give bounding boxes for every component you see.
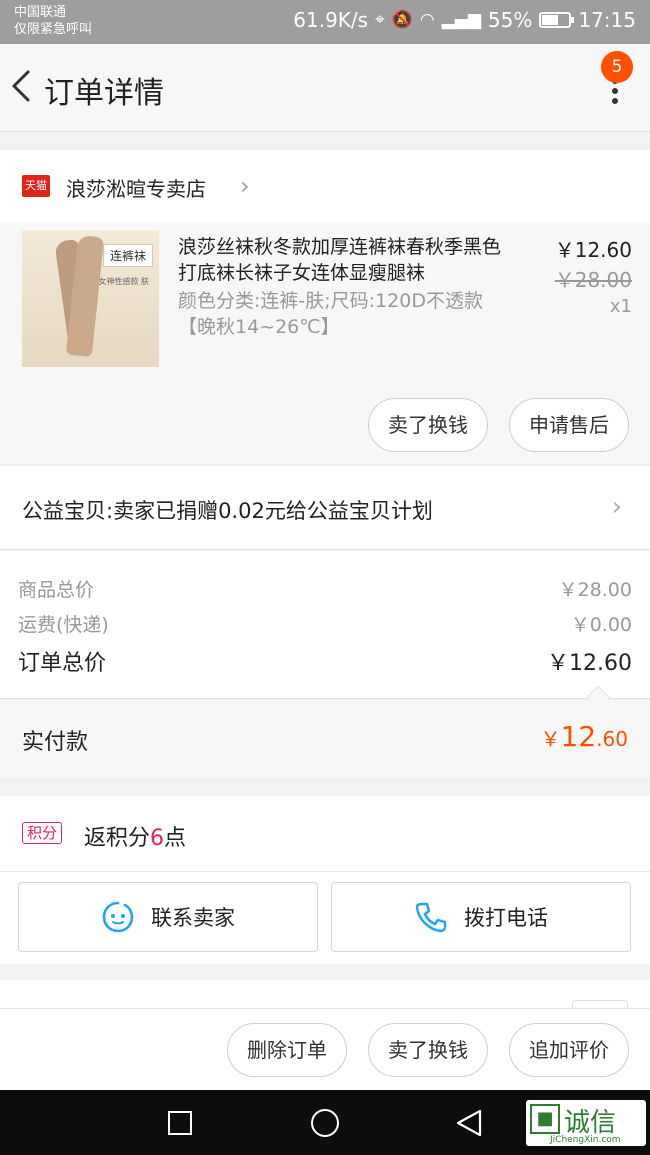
- phone-icon: [415, 902, 447, 933]
- charity-text: 公益宝贝:卖家已捐赠0.02元给公益宝贝计划: [22, 499, 433, 523]
- contact-seller-button[interactable]: 联系卖家: [18, 882, 318, 952]
- status-bar: 中国联通 仅限紧急呼叫 61.9K/s ⌖ 🔕 ◠ ▂▄▆ 55% 17:15: [0, 0, 650, 44]
- points-suffix: 点: [164, 826, 187, 851]
- actual-payment-label: 实付款: [22, 730, 89, 755]
- order-total-value: ￥12.60: [547, 651, 632, 676]
- clock: 17:15: [578, 8, 636, 32]
- call-phone-button[interactable]: 拨打电话: [331, 882, 631, 952]
- chat-bubble-icon: [102, 901, 134, 933]
- points-text: 返积分6点: [84, 820, 186, 852]
- goods-total-label: 商品总价: [18, 579, 95, 601]
- add-review-button[interactable]: 追加评价: [509, 1023, 629, 1077]
- nav-bar: 订单详情 5: [0, 44, 650, 132]
- points-badge: 积分: [22, 822, 63, 844]
- back-triangle-icon[interactable]: [454, 1108, 484, 1138]
- product-price: ￥12.60: [554, 238, 632, 262]
- thumbnail-tag: 连裤袜: [102, 244, 153, 267]
- bottom-action-bar: 删除订单 卖了换钱 追加评价: [0, 1008, 650, 1090]
- chevron-right-icon: ›: [240, 172, 250, 200]
- chevron-right-icon: ›: [611, 492, 622, 522]
- payment-amount-int: 12: [560, 720, 597, 753]
- wifi-icon: ◠: [419, 10, 435, 30]
- product-sku: 颜色分类:连裤-肤;尺码:120D不透款【晚秋14~26℃】: [178, 290, 483, 338]
- order-total-label: 订单总价: [18, 651, 107, 676]
- carrier-emergency: 仅限紧急呼叫: [14, 22, 93, 37]
- watermark-icon: ■: [530, 1104, 560, 1134]
- product-title: 浪莎丝袜秋冬款加厚连裤袜春秋季黑色打底袜长袜子女连体显瘦腿袜: [178, 236, 502, 284]
- actual-payment-value: ￥12.60: [541, 720, 628, 753]
- partial-card: [0, 980, 650, 1020]
- product-original-price: ￥28.00: [554, 268, 632, 292]
- payment-amount-dec: .60: [596, 727, 628, 751]
- battery-icon: [539, 12, 575, 28]
- contact-seller-label: 联系卖家: [151, 906, 235, 930]
- home-icon[interactable]: [311, 1109, 339, 1137]
- after-sales-button[interactable]: 申请售后: [509, 398, 629, 452]
- thumbnail-caption: 女神性感款 肤: [98, 277, 149, 286]
- sell-for-cash-button-bottom[interactable]: 卖了换钱: [368, 1023, 488, 1077]
- watermark-logo: ■ 诚信 JiChengXin.com: [526, 1100, 646, 1146]
- net-speed: 61.9K/s: [293, 8, 369, 32]
- system-nav-bar: ■ 诚信 JiChengXin.com: [0, 1090, 650, 1155]
- watermark-text: 诚信: [564, 1108, 617, 1138]
- mute-icon: 🔕: [391, 10, 413, 30]
- shipping-label: 运费(快递): [18, 614, 109, 636]
- call-phone-label: 拨打电话: [464, 906, 548, 930]
- points-prefix: 返积分: [84, 826, 151, 851]
- notification-badge: 5: [601, 51, 633, 83]
- carrier-info: 中国联通 仅限紧急呼叫: [14, 4, 92, 38]
- sell-for-cash-button[interactable]: 卖了换钱: [368, 398, 488, 452]
- delete-order-button[interactable]: 删除订单: [227, 1023, 347, 1077]
- actual-payment-row: 实付款 ￥12.60: [0, 700, 650, 778]
- signal-icon: ▂▄▆: [441, 10, 481, 30]
- contact-row: 联系卖家 拨打电话: [0, 872, 650, 964]
- shipping-value: ￥0.00: [570, 614, 632, 636]
- points-row: 积分 返积分6点: [0, 796, 650, 872]
- goods-total-value: ￥28.00: [558, 579, 632, 601]
- location-icon: ⌖: [375, 10, 385, 30]
- watermark-subtext: JiChengXin.com: [550, 1135, 621, 1145]
- product-thumbnail[interactable]: 连裤袜 女神性感款 肤: [22, 230, 159, 367]
- points-count: 6: [150, 826, 165, 851]
- product-item[interactable]: 连裤袜 女神性感款 肤 浪莎丝袜秋冬款加厚连裤袜春秋季黑色打底袜长袜子女连体显瘦…: [0, 222, 650, 464]
- status-indicators: 61.9K/s ⌖ 🔕 ◠ ▂▄▆ 55% 17:15: [293, 8, 636, 32]
- recents-icon[interactable]: [168, 1111, 192, 1135]
- carrier-name: 中国联通: [14, 5, 67, 20]
- battery-percent: 55%: [487, 8, 533, 32]
- tmall-logo: 天猫: [22, 175, 50, 197]
- shop-name: 浪莎淞暄专卖店: [66, 177, 206, 201]
- shop-row[interactable]: 天猫 浪莎淞暄专卖店 ›: [0, 150, 650, 222]
- payment-currency: ￥: [540, 727, 561, 751]
- charity-row[interactable]: 公益宝贝:卖家已捐赠0.02元给公益宝贝计划 ›: [0, 466, 650, 550]
- back-arrow-icon[interactable]: [8, 66, 38, 106]
- price-summary: 商品总价 ￥28.00 运费(快递) ￥0.00 订单总价 ￥12.60: [0, 551, 650, 709]
- page-title: 订单详情: [44, 76, 164, 111]
- product-quantity: x1: [609, 296, 632, 317]
